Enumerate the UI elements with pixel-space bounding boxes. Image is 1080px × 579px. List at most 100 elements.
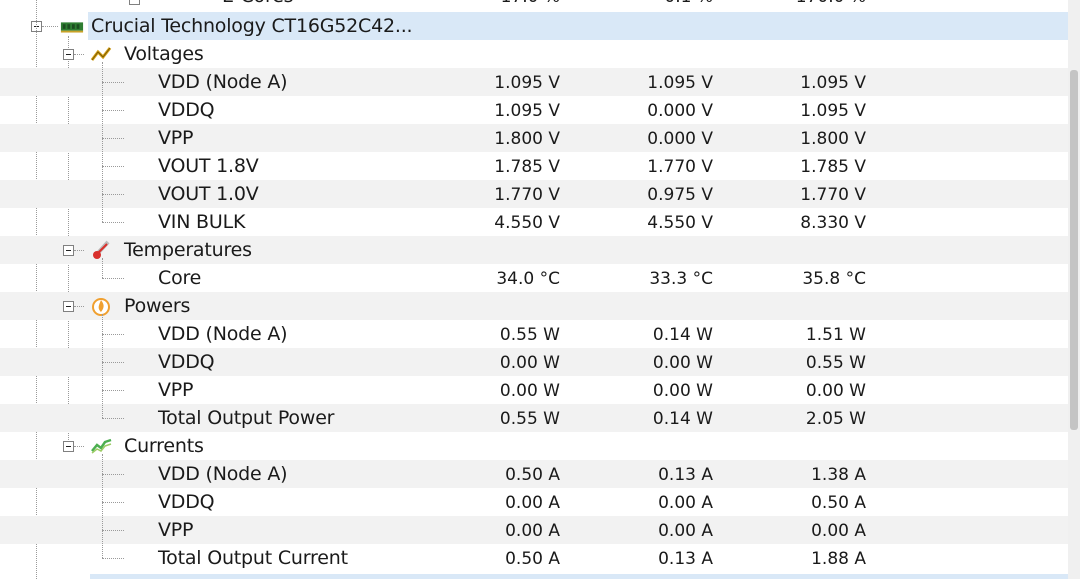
current-value: 1.095 V — [494, 101, 560, 121]
sensor-label: VDDQ — [158, 99, 215, 121]
sensor-row[interactable]: VIN BULK 4.550 V 4.550 V 8.330 V — [0, 208, 1068, 236]
min-value: 1.770 V — [647, 157, 713, 177]
group-label: Powers — [124, 295, 191, 317]
tree-connector — [102, 166, 124, 167]
sensor-row[interactable]: VOUT 1.0V 1.770 V 0.975 V 1.770 V — [0, 180, 1068, 208]
sensor-tree: E-Cores 17.0 % 0.1 % 170.0 % Crucial Tec… — [0, 0, 1080, 579]
sensor-row[interactable]: VDDQ 0.00 A 0.00 A 0.50 A — [0, 488, 1068, 516]
tree-connector — [102, 502, 124, 503]
tree-connector — [74, 306, 84, 307]
max-value: 1.770 V — [800, 185, 866, 205]
max-value: 2.05 W — [805, 409, 866, 429]
sensor-label: VDDQ — [158, 491, 215, 513]
tree-connector — [42, 26, 58, 27]
max-value: 0.50 A — [811, 493, 866, 513]
sensor-row[interactable]: VDD (Node A) 0.50 A 0.13 A 1.38 A — [0, 460, 1068, 488]
sensor-label: E-Cores — [222, 0, 294, 10]
sensor-label: VDDQ — [158, 351, 215, 373]
group-label: Voltages — [124, 43, 204, 65]
tree-connector — [74, 446, 84, 447]
current-value: 1.785 V — [494, 157, 560, 177]
sensor-row[interactable]: VPP 0.00 A 0.00 A 0.00 A — [0, 516, 1068, 544]
current-value: 0.55 W — [499, 409, 560, 429]
sensor-row[interactable]: Core 34.0 °C 33.3 °C 35.8 °C — [0, 264, 1068, 292]
current-value: 0.50 A — [505, 549, 560, 569]
min-value: 4.550 V — [647, 213, 713, 233]
min-value: 0.00 W — [652, 381, 713, 401]
sensor-label: VPP — [158, 379, 194, 401]
min-value: 0.1 % — [583, 0, 713, 10]
group-row[interactable]: Powers — [0, 292, 1068, 320]
sensor-label: VPP — [158, 127, 194, 149]
collapse-toggle[interactable] — [63, 441, 74, 452]
sensor-row[interactable]: VDD (Node A) 0.55 W 0.14 W 1.51 W — [0, 320, 1068, 348]
current-value: 0.50 A — [505, 465, 560, 485]
min-value: 0.14 W — [652, 325, 713, 345]
min-value: 0.000 V — [647, 129, 713, 149]
group-row[interactable]: Temperatures — [0, 236, 1068, 264]
partial-top-row[interactable]: E-Cores 17.0 % 0.1 % 170.0 % — [0, 0, 1068, 10]
tree-connector — [102, 362, 124, 363]
current-value: 17.0 % — [430, 0, 560, 10]
min-value: 0.00 W — [652, 353, 713, 373]
max-value: 0.55 W — [805, 353, 866, 373]
scrollbar-thumb[interactable] — [1070, 70, 1078, 430]
sensor-label: VPP — [158, 519, 194, 541]
min-value: 0.975 V — [647, 185, 713, 205]
min-value: 0.00 A — [658, 521, 713, 541]
min-value: 1.095 V — [647, 73, 713, 93]
sensor-label: VIN BULK — [158, 211, 246, 233]
selected-row-partial[interactable] — [90, 574, 1068, 579]
min-value: 0.13 A — [658, 549, 713, 569]
group-row[interactable]: Currents — [0, 432, 1068, 460]
min-value: 0.00 A — [658, 493, 713, 513]
sensor-row[interactable]: VOUT 1.8V 1.785 V 1.770 V 1.785 V — [0, 152, 1068, 180]
max-value: 1.38 A — [811, 465, 866, 485]
tree-connector — [102, 418, 124, 419]
collapse-toggle[interactable] — [63, 49, 74, 60]
sensor-row[interactable]: VDD (Node A) 1.095 V 1.095 V 1.095 V — [0, 68, 1068, 96]
sensor-row[interactable]: VDDQ 1.095 V 0.000 V 1.095 V — [0, 96, 1068, 124]
tree-connector — [102, 314, 103, 418]
max-value: 0.00 A — [811, 521, 866, 541]
min-value: 33.3 °C — [649, 269, 713, 289]
sensor-label: VDD (Node A) — [158, 323, 288, 345]
tree-connector — [102, 278, 124, 279]
sensor-row[interactable]: VPP 1.800 V 0.000 V 1.800 V — [0, 124, 1068, 152]
min-value: 0.14 W — [652, 409, 713, 429]
max-value: 170.0 % — [736, 0, 866, 10]
memory-module-icon — [60, 22, 84, 33]
tree-connector — [74, 250, 84, 251]
max-value: 1.88 A — [811, 549, 866, 569]
tree-connector — [102, 110, 124, 111]
current-value: 0.55 W — [499, 325, 560, 345]
sensor-label: VOUT 1.8V — [158, 155, 259, 177]
partial-expand-box[interactable] — [129, 0, 140, 5]
sensor-row[interactable]: Total Output Power 0.55 W 0.14 W 2.05 W — [0, 404, 1068, 432]
current-value: 0.00 W — [499, 381, 560, 401]
tree-connector — [102, 474, 124, 475]
collapse-toggle[interactable] — [63, 301, 74, 312]
tree-connector — [102, 138, 124, 139]
group-label: Currents — [124, 435, 204, 457]
tree-connector — [102, 258, 103, 278]
current-value: 0.00 A — [505, 521, 560, 541]
tree-connector — [102, 334, 124, 335]
tree-connector — [102, 558, 124, 559]
sensor-row[interactable]: VPP 0.00 W 0.00 W 0.00 W — [0, 376, 1068, 404]
group-row[interactable]: Voltages — [0, 40, 1068, 68]
max-value: 1.785 V — [800, 157, 866, 177]
tree-connector — [102, 530, 124, 531]
tree-connector — [102, 194, 124, 195]
sensor-label: VDD (Node A) — [158, 71, 288, 93]
tree-connector — [102, 82, 124, 83]
current-value: 4.550 V — [494, 213, 560, 233]
max-value: 0.00 W — [805, 381, 866, 401]
min-value: 0.13 A — [658, 465, 713, 485]
current-value: 1.095 V — [494, 73, 560, 93]
max-value: 1.095 V — [800, 101, 866, 121]
sensor-row[interactable]: Total Output Current 0.50 A 0.13 A 1.88 A — [0, 544, 1068, 572]
collapse-toggle[interactable] — [63, 245, 74, 256]
tree-connector — [102, 222, 124, 223]
sensor-row[interactable]: VDDQ 0.00 W 0.00 W 0.55 W — [0, 348, 1068, 376]
